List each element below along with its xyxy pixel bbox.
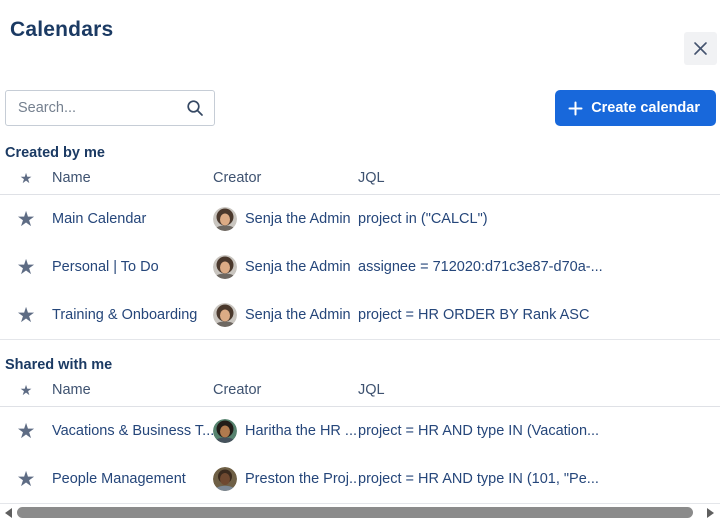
shared-with-me-table: ★ Name Creator JQL ★ Vacations & Busines… xyxy=(0,374,720,504)
calendar-name: Vacations & Business T... xyxy=(52,423,213,439)
created-by-me-table: ★ Name Creator JQL ★ Main Calendar Senja… xyxy=(0,162,720,340)
table-header-row: ★ Name Creator JQL xyxy=(0,162,720,195)
table-row[interactable]: ★ People Management Preston the Proj... … xyxy=(0,455,720,503)
favorite-star-icon[interactable]: ★ xyxy=(17,421,36,442)
favorite-star-icon[interactable]: ★ xyxy=(17,305,36,326)
create-calendar-button[interactable]: Create calendar xyxy=(555,90,716,126)
column-header-creator: Creator xyxy=(213,382,358,398)
favorite-star-icon[interactable]: ★ xyxy=(17,257,36,278)
horizontal-scrollbar[interactable] xyxy=(0,506,720,520)
calendar-name: Main Calendar xyxy=(52,211,213,227)
search-box xyxy=(5,90,215,126)
toolbar: Create calendar xyxy=(5,90,716,126)
calendar-name: People Management xyxy=(52,471,213,487)
creator-name: Senja the Admin xyxy=(245,307,351,323)
table-row[interactable]: ★ Personal | To Do Senja the Admin assig… xyxy=(0,243,720,291)
create-calendar-label: Create calendar xyxy=(591,100,700,116)
creator-name: Haritha the HR ... xyxy=(245,423,357,439)
jql-text: project = HR AND type IN (Vacation... xyxy=(358,423,720,439)
section-heading-shared-with-me: Shared with me xyxy=(5,356,720,374)
column-header-jql: JQL xyxy=(358,170,720,186)
table-row[interactable]: ★ Training & Onboarding Senja the Admin … xyxy=(0,291,720,339)
creator-name: Senja the Admin xyxy=(245,211,351,227)
table-header-row: ★ Name Creator JQL xyxy=(0,374,720,407)
jql-text: project in ("CALCL") xyxy=(358,211,720,227)
scroll-right-arrow-icon[interactable] xyxy=(707,508,714,518)
jql-text: assignee = 712020:d71c3e87-d70a-... xyxy=(358,259,720,275)
avatar xyxy=(213,467,237,491)
dialog-header: Calendars xyxy=(0,18,720,62)
favorite-star-icon[interactable]: ★ xyxy=(17,209,36,230)
jql-text: project = HR ORDER BY Rank ASC xyxy=(358,307,720,323)
close-icon xyxy=(693,41,708,56)
section-heading-created-by-me: Created by me xyxy=(5,144,720,162)
creator-name: Senja the Admin xyxy=(245,259,351,275)
avatar xyxy=(213,419,237,443)
star-column-icon: ★ xyxy=(20,383,33,397)
search-input[interactable] xyxy=(5,90,215,126)
table-row[interactable]: ★ Main Calendar Senja the Admin project … xyxy=(0,195,720,243)
avatar xyxy=(213,207,237,231)
favorite-star-icon[interactable]: ★ xyxy=(17,469,36,490)
scroll-left-arrow-icon[interactable] xyxy=(5,508,12,518)
calendar-name: Training & Onboarding xyxy=(52,307,213,323)
creator-name: Preston the Proj... xyxy=(245,471,358,487)
calendars-dialog: Calendars Create calendar Created by me … xyxy=(0,18,720,520)
avatar xyxy=(213,303,237,327)
column-header-name: Name xyxy=(52,170,213,186)
plus-icon xyxy=(568,101,583,116)
calendar-name: Personal | To Do xyxy=(52,259,213,275)
column-header-jql: JQL xyxy=(358,382,720,398)
table-row[interactable]: ★ Vacations & Business T... Haritha the … xyxy=(0,407,720,455)
close-button[interactable] xyxy=(684,32,717,65)
dialog-title: Calendars xyxy=(10,18,720,42)
star-column-icon: ★ xyxy=(20,171,33,185)
column-header-name: Name xyxy=(52,382,213,398)
avatar xyxy=(213,255,237,279)
jql-text: project = HR AND type IN (101, "Pe... xyxy=(358,471,720,487)
scrollbar-thumb[interactable] xyxy=(17,507,693,518)
column-header-creator: Creator xyxy=(213,170,358,186)
